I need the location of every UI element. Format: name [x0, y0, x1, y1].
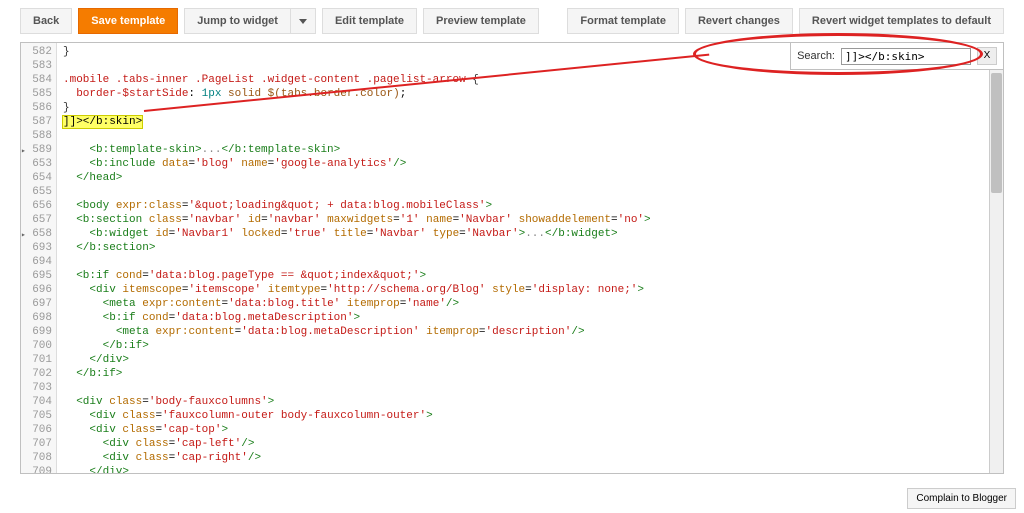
scrollbar-thumb[interactable]	[991, 73, 1002, 193]
code-line[interactable]: </b:section>	[63, 241, 1003, 255]
vertical-scrollbar[interactable]	[989, 43, 1003, 473]
line-number: 658▸	[23, 227, 52, 241]
code-line[interactable]: }	[63, 101, 1003, 115]
line-number: 703	[23, 381, 52, 395]
code-line[interactable]: <b:if cond='data:blog.metaDescription'>	[63, 311, 1003, 325]
code-line[interactable]: <body expr:class='&quot;loading&quot; + …	[63, 199, 1003, 213]
line-number: 583	[23, 59, 52, 73]
search-label: Search:	[797, 50, 835, 62]
code-line[interactable]: </b:if>	[63, 339, 1003, 353]
preview-template-button[interactable]: Preview template	[423, 8, 539, 34]
code-line[interactable]: border-$startSide: 1px solid $(tabs.bord…	[63, 87, 1003, 101]
code-content[interactable]: } .mobile .tabs-inner .PageList .widget-c…	[57, 43, 1003, 473]
line-number: 700	[23, 339, 52, 353]
toolbar: Back Save template Jump to widget Edit t…	[0, 0, 1024, 42]
line-number-gutter: 582583584585586587588589▸653654655656657…	[21, 43, 57, 473]
line-number: 694	[23, 255, 52, 269]
line-number: 584	[23, 73, 52, 87]
code-line[interactable]: <b:widget id='Navbar1' locked='true' tit…	[63, 227, 1003, 241]
line-number: 586	[23, 101, 52, 115]
code-line[interactable]: <meta expr:content='data:blog.metaDescri…	[63, 325, 1003, 339]
code-line[interactable]: <b:if cond='data:blog.pageType == &quot;…	[63, 269, 1003, 283]
line-number: 654	[23, 171, 52, 185]
code-line[interactable]: .mobile .tabs-inner .PageList .widget-co…	[63, 73, 1003, 87]
code-line[interactable]: </b:if>	[63, 367, 1003, 381]
line-number: 653	[23, 157, 52, 171]
code-line[interactable]: <b:include data='blog' name='google-anal…	[63, 157, 1003, 171]
complain-to-blogger-button[interactable]: Complain to Blogger	[907, 488, 1016, 509]
code-line[interactable]	[63, 185, 1003, 199]
line-number: 705	[23, 409, 52, 423]
line-number: 587	[23, 115, 52, 129]
line-number: 706	[23, 423, 52, 437]
code-line[interactable]: <div class='body-fauxcolumns'>	[63, 395, 1003, 409]
line-number: 693	[23, 241, 52, 255]
search-bar: Search: X	[790, 43, 1003, 70]
line-number: 708	[23, 451, 52, 465]
line-number: 701	[23, 353, 52, 367]
code-line[interactable]: <b:section class='navbar' id='navbar' ma…	[63, 213, 1003, 227]
line-number: 656	[23, 199, 52, 213]
revert-changes-button[interactable]: Revert changes	[685, 8, 793, 34]
code-line[interactable]: <div class='cap-left'/>	[63, 437, 1003, 451]
line-number: 707	[23, 437, 52, 451]
code-line[interactable]: </div>	[63, 465, 1003, 473]
format-template-button[interactable]: Format template	[567, 8, 679, 34]
line-number: 704	[23, 395, 52, 409]
code-line[interactable]: ]]></b:skin>	[63, 115, 1003, 129]
chevron-down-icon	[299, 19, 307, 24]
code-line[interactable]: <div class='cap-top'>	[63, 423, 1003, 437]
line-number: 585	[23, 87, 52, 101]
line-number: 702	[23, 367, 52, 381]
line-number: 582	[23, 45, 52, 59]
code-line[interactable]: <div itemscope='itemscope' itemtype='htt…	[63, 283, 1003, 297]
line-number: 695	[23, 269, 52, 283]
editor-wrap: Search: X 582583584585586587588589▸65365…	[20, 42, 1004, 474]
code-line[interactable]	[63, 255, 1003, 269]
search-close-button[interactable]: X	[977, 47, 997, 65]
code-line[interactable]: <div class='fauxcolumn-outer body-fauxco…	[63, 409, 1003, 423]
line-number: 697	[23, 297, 52, 311]
line-number: 588	[23, 129, 52, 143]
code-line[interactable]: <meta expr:content='data:blog.title' ite…	[63, 297, 1003, 311]
code-line[interactable]	[63, 129, 1003, 143]
line-number: 657	[23, 213, 52, 227]
jump-to-widget-button[interactable]: Jump to widget	[184, 8, 291, 34]
line-number: 655	[23, 185, 52, 199]
line-number: 696	[23, 283, 52, 297]
jump-to-widget-dropdown[interactable]	[291, 8, 316, 34]
save-template-button[interactable]: Save template	[78, 8, 178, 34]
back-button[interactable]: Back	[20, 8, 72, 34]
edit-template-button[interactable]: Edit template	[322, 8, 417, 34]
line-number: 699	[23, 325, 52, 339]
code-line[interactable]	[63, 381, 1003, 395]
revert-widget-templates-button[interactable]: Revert widget templates to default	[799, 8, 1004, 34]
code-editor[interactable]: 582583584585586587588589▸653654655656657…	[21, 43, 1003, 473]
line-number: 698	[23, 311, 52, 325]
code-line[interactable]: <div class='cap-right'/>	[63, 451, 1003, 465]
line-number: 589▸	[23, 143, 52, 157]
jump-to-widget-group: Jump to widget	[184, 8, 316, 34]
line-number: 709	[23, 465, 52, 473]
code-line[interactable]: </div>	[63, 353, 1003, 367]
code-line[interactable]: <b:template-skin>...</b:template-skin>	[63, 143, 1003, 157]
search-input[interactable]	[841, 48, 971, 65]
code-line[interactable]: </head>	[63, 171, 1003, 185]
